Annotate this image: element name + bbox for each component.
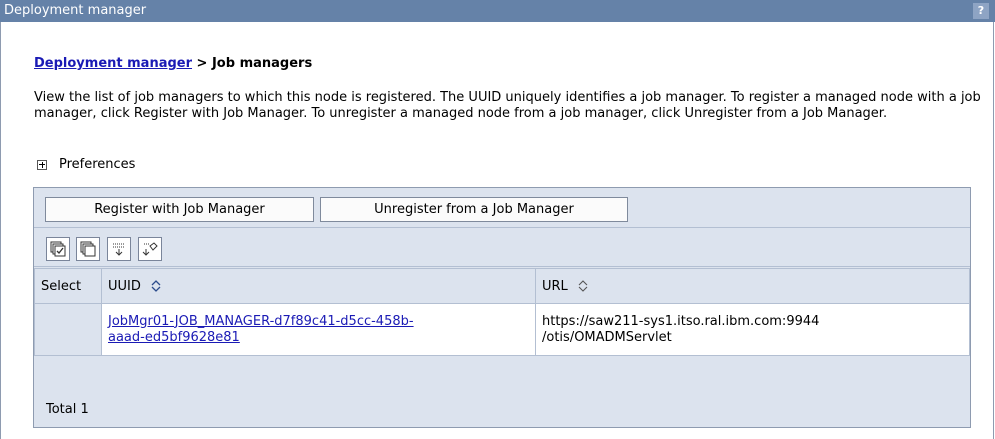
preferences-label[interactable]: Preferences (59, 157, 135, 172)
select-all-icon[interactable] (46, 237, 70, 261)
show-filter-icon[interactable] (107, 237, 131, 261)
uuid-cell: JobMgr01-JOB_MANAGER-d7f89c41-d5cc-458b-… (101, 303, 536, 356)
breadcrumb: Deployment manager > Job managers (34, 56, 312, 71)
help-button[interactable]: ? (973, 3, 989, 19)
button-bar: Register with Job Manager Unregister fro… (34, 188, 970, 228)
collection-panel: Register with Job Manager Unregister fro… (33, 187, 971, 428)
table-header-row: Select UUID URL (34, 268, 970, 304)
select-cell (34, 303, 102, 356)
preferences-toggle[interactable]: Preferences (37, 157, 135, 172)
expand-plus-icon[interactable] (37, 159, 47, 170)
unregister-from-job-manager-button[interactable]: Unregister from a Job Manager (320, 197, 628, 222)
job-manager-uuid-link[interactable]: JobMgr01-JOB_MANAGER-d7f89c41-d5cc-458b-… (108, 314, 414, 345)
column-header-uuid[interactable]: UUID (101, 268, 536, 304)
total-count: Total 1 (34, 393, 970, 427)
job-managers-table: Select UUID URL JobMgr01-JOB_MANAGER-d7f… (34, 268, 970, 356)
table-row: JobMgr01-JOB_MANAGER-d7f89c41-d5cc-458b-… (34, 303, 970, 356)
register-with-job-manager-button[interactable]: Register with Job Manager (45, 197, 314, 222)
sort-arrows-icon[interactable] (578, 280, 588, 292)
column-header-url[interactable]: URL (535, 268, 970, 304)
sort-arrows-icon[interactable] (151, 280, 161, 292)
column-header-select: Select (34, 268, 102, 304)
window-title: Deployment manager (4, 3, 147, 18)
table-icon-bar (34, 229, 970, 267)
clear-filter-icon[interactable] (138, 237, 162, 261)
breadcrumb-current: Job managers (211, 56, 313, 71)
deselect-all-icon[interactable] (76, 237, 100, 261)
url-cell: https://saw211-sys1.itso.ral.ibm.com:994… (535, 303, 970, 356)
breadcrumb-deployment-manager-link[interactable]: Deployment manager (34, 56, 192, 71)
breadcrumb-separator: > (192, 56, 212, 71)
window-title-bar: Deployment manager ? (0, 0, 995, 22)
page-description: View the list of job managers to which t… (34, 90, 981, 121)
